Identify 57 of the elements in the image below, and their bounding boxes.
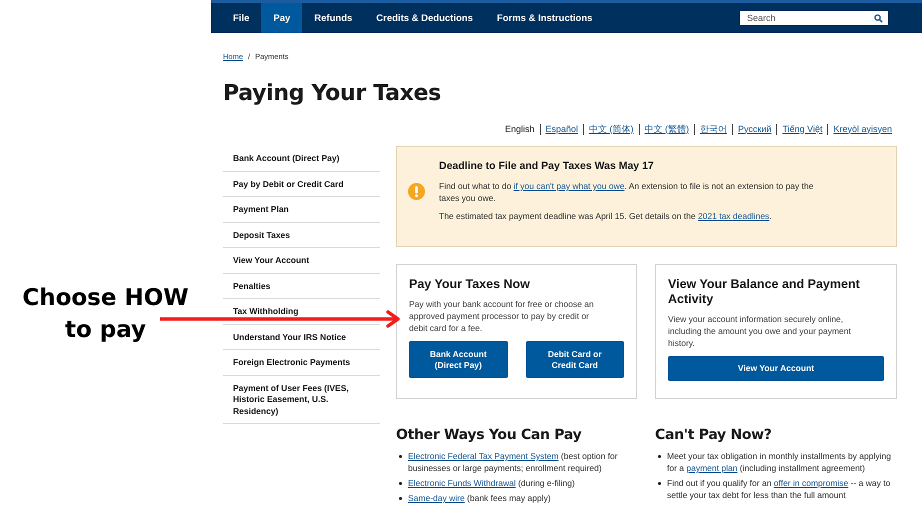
search-field[interactable]: Search [740, 11, 888, 25]
inline-link[interactable]: payment plan [686, 463, 738, 473]
inline-link[interactable]: offer in compromise [774, 478, 848, 488]
nav-tab[interactable]: File [221, 3, 262, 33]
nav-tab[interactable]: Credits & Deductions [364, 3, 485, 33]
sidebar-link[interactable]: View Your Account [223, 248, 380, 274]
list-text: Meet your tax obligation in monthly installments by applying for a payment plan (including installment agreement) [667, 450, 892, 474]
sidebar-link[interactable]: Payment of User Fees (IVES, Historic Easement, U.S. Residency) [223, 376, 380, 424]
list-text: Electronic Federal Tax Payment System (best option for businesses or large payments; enrollment required) [408, 450, 619, 474]
language-link[interactable]: 한국어 [700, 124, 728, 134]
card-text: View your account information securely online, including the amount you owe and your payment history. [668, 313, 852, 349]
page-title: Paying Your Taxes [223, 81, 442, 108]
action-button[interactable]: Debit Card or Credit Card [526, 341, 624, 378]
nav-tab[interactable]: Forms & Instructions [484, 3, 604, 33]
inline-link[interactable]: 2021 tax deadlines [698, 211, 770, 221]
language-link[interactable]: Español [546, 124, 578, 134]
bullet-icon [658, 455, 661, 458]
language-link[interactable]: Русский [738, 124, 772, 134]
inline-link[interactable]: Same-day wire [408, 493, 465, 503]
inline-link[interactable]: Electronic Funds Withdrawal [408, 478, 516, 488]
language-link[interactable]: Kreyòl ayisyen [833, 124, 892, 134]
sidebar-link[interactable]: Payment Plan [223, 197, 380, 222]
inline-link[interactable]: Electronic Federal Tax Payment System [408, 451, 559, 461]
sidebar-link[interactable]: Understand Your IRS Notice [223, 324, 380, 350]
alert-title: Deadline to File and Pay Taxes Was May 17 [439, 160, 655, 172]
bullet-icon [399, 455, 402, 458]
nav-tab[interactable]: Refunds [302, 3, 364, 33]
annotation-text: Choose HOW to pay [21, 284, 190, 345]
sidebar-link[interactable]: Tax Withholding [223, 299, 380, 324]
card-text: Pay with your bank account for free or choose an approved payment processor to pay by credit or debit card for a fee. [409, 298, 595, 334]
nav-tab[interactable]: Pay [261, 3, 302, 33]
section-title: Other Ways You Can Pay [396, 427, 582, 443]
list-text: Same-day wire (bank fees may apply) [408, 492, 551, 504]
alert-text: Find out what to do if you can't pay what you owe. An extension to file is not an extension to pay the taxes you owe. [439, 180, 814, 204]
language-link[interactable]: Tiếng Việt [782, 124, 822, 134]
sidebar-link[interactable]: Bank Account (Direct Pay) [223, 146, 380, 172]
bullet-icon [658, 482, 661, 485]
inline-link[interactable]: if you can't pay what you owe [514, 181, 624, 191]
language-link[interactable]: 中文 (繁體) [644, 124, 690, 134]
list-text: Electronic Funds Withdrawal (during e-filing) [408, 477, 575, 489]
sidebar-link[interactable]: Pay by Debit or Credit Card [223, 172, 380, 197]
bullet-icon [399, 482, 402, 485]
search-icon[interactable] [874, 14, 883, 22]
action-button[interactable]: View Your Account [668, 356, 884, 381]
language-link[interactable]: 中文 (简体) [589, 124, 634, 134]
warning-icon [408, 183, 425, 200]
alert-text: The estimated tax payment deadline was April 15. Get details on the 2021 tax deadlines. [439, 210, 773, 222]
card-title: View Your Balance and Payment Activity [668, 277, 861, 307]
bullet-icon [399, 497, 402, 500]
current-language[interactable]: English [504, 124, 534, 134]
sidebar-link[interactable]: Penalties [223, 274, 380, 299]
sidebar-link[interactable]: Deposit Taxes [223, 222, 380, 248]
card-title: Pay Your Taxes Now [409, 277, 531, 292]
sidebar-link[interactable]: Foreign Electronic Payments [223, 350, 380, 376]
action-button[interactable]: Bank Account (Direct Pay) [409, 341, 508, 378]
list-text: Find out if you qualify for an offer in compromise -- a way to settle your tax debt for less than the full amount [667, 477, 892, 501]
section-title: Can't Pay Now? [655, 427, 773, 443]
